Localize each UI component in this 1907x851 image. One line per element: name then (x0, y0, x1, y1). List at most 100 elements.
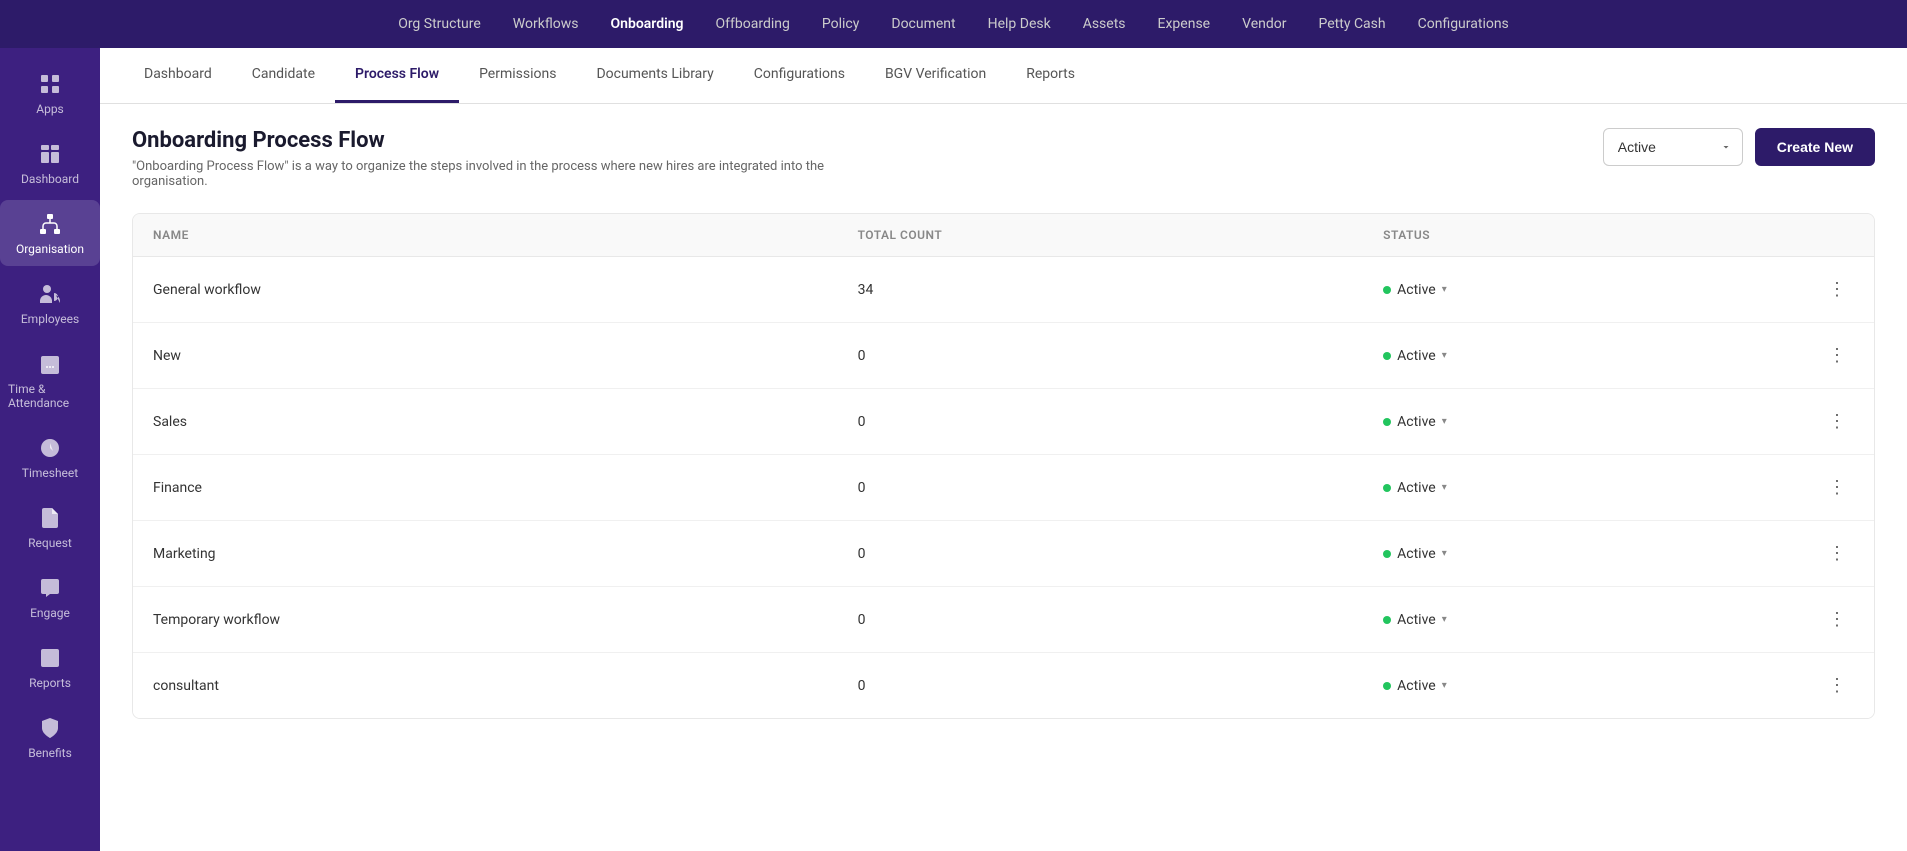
more-options-button-0[interactable]: ⋮ (1820, 275, 1854, 304)
sub-nav-item-reports[interactable]: Reports (1006, 48, 1095, 103)
top-nav-item-expense[interactable]: Expense (1158, 16, 1211, 32)
row-name-3: Finance (133, 455, 838, 521)
status-chevron-icon-1: ▾ (1442, 350, 1447, 361)
status-chevron-icon-0: ▾ (1442, 284, 1447, 295)
status-chevron-icon-4: ▾ (1442, 548, 1447, 559)
top-nav-item-document[interactable]: Document (891, 16, 955, 32)
status-dot-2 (1383, 418, 1391, 426)
more-options-button-4[interactable]: ⋮ (1820, 539, 1854, 568)
status-badge-5[interactable]: Active▾ (1383, 612, 1447, 628)
top-nav-item-configurations[interactable]: Configurations (1418, 16, 1509, 32)
row-actions-3: ⋮ (1800, 455, 1874, 521)
table-row: Finance0 Active▾ ⋮ (133, 455, 1874, 521)
table-row: New0Active▾⋮ (133, 323, 1874, 389)
sidebar-item-apps[interactable]: Apps (0, 60, 100, 126)
row-status-4: Active▾ (1363, 521, 1800, 587)
top-nav-item-onboarding[interactable]: Onboarding (611, 16, 684, 32)
row-count-5: 0 (838, 587, 1364, 653)
sub-nav-item-dashboard[interactable]: Dashboard (124, 48, 232, 103)
top-nav-item-assets[interactable]: Assets (1083, 16, 1126, 32)
row-status-0: Active ▾ (1363, 257, 1800, 323)
status-chevron-icon-3: ▾ (1442, 482, 1447, 493)
row-status-1: Active▾ (1363, 323, 1800, 389)
sidebar-item-engage[interactable]: Engage (0, 564, 100, 630)
main-content: DashboardCandidateProcess FlowPermission… (100, 48, 1907, 851)
sub-nav-item-bgv-verification[interactable]: BGV Verification (865, 48, 1006, 103)
engage-icon (36, 574, 64, 602)
sidebar-item-label-employees: Employees (21, 312, 79, 326)
sidebar-item-timesheet[interactable]: Timesheet (0, 424, 100, 490)
sub-nav-item-candidate[interactable]: Candidate (232, 48, 335, 103)
col-header-name: NAME (133, 214, 838, 257)
row-name-5: Temporary workflow (133, 587, 838, 653)
sidebar-item-request[interactable]: Request (0, 494, 100, 560)
sidebar-item-label-engage: Engage (30, 606, 70, 620)
status-badge-4[interactable]: Active▾ (1383, 546, 1447, 562)
sub-nav-item-configurations[interactable]: Configurations (734, 48, 865, 103)
workflow-table: NAMETOTAL COUNTSTATUS General workflow34… (133, 214, 1874, 718)
sub-navigation: DashboardCandidateProcess FlowPermission… (100, 48, 1907, 104)
row-actions-4: ⋮ (1800, 521, 1874, 587)
top-nav-item-help-desk[interactable]: Help Desk (988, 16, 1051, 32)
sidebar-item-time-attendance[interactable]: Time & Attendance (0, 340, 100, 420)
top-nav-item-workflows[interactable]: Workflows (513, 16, 579, 32)
sidebar-item-reports[interactable]: Reports (0, 634, 100, 700)
sidebar-item-label-benefits: Benefits (28, 746, 72, 760)
status-filter-select[interactable]: ActiveInactiveAll (1603, 128, 1743, 166)
status-dot-1 (1383, 352, 1391, 360)
top-nav-item-org-structure[interactable]: Org Structure (398, 16, 481, 32)
sidebar-item-label-reports: Reports (29, 676, 71, 690)
status-badge-0[interactable]: Active ▾ (1383, 282, 1447, 298)
sidebar-item-benefits[interactable]: Benefits (0, 704, 100, 770)
status-dot-6 (1383, 682, 1391, 690)
top-nav-item-petty-cash[interactable]: Petty Cash (1319, 16, 1386, 32)
status-badge-3[interactable]: Active▾ (1383, 480, 1447, 496)
table-row: Temporary workflow0 Active▾ ⋮ (133, 587, 1874, 653)
page-header-right: ActiveInactiveAll Create New (1603, 128, 1875, 166)
row-name-4: Marketing (133, 521, 838, 587)
table-header-row: NAMETOTAL COUNTSTATUS (133, 214, 1874, 257)
sidebar-item-dashboard[interactable]: Dashboard (0, 130, 100, 196)
top-nav-item-policy[interactable]: Policy (822, 16, 860, 32)
page-header: Onboarding Process Flow "Onboarding Proc… (132, 128, 1875, 189)
status-chevron-icon-5: ▾ (1442, 614, 1447, 625)
sub-nav-item-documents-library[interactable]: Documents Library (576, 48, 733, 103)
timesheet-icon (36, 434, 64, 462)
create-new-button[interactable]: Create New (1755, 128, 1875, 166)
sidebar-item-label-organisation: Organisation (16, 242, 84, 256)
time-attendance-icon (36, 350, 64, 378)
status-badge-2[interactable]: Active▾ (1383, 414, 1447, 430)
apps-icon (36, 70, 64, 98)
sidebar-item-label-timesheet: Timesheet (22, 466, 78, 480)
dashboard-icon (36, 140, 64, 168)
more-options-button-5[interactable]: ⋮ (1820, 605, 1854, 634)
status-chevron-icon-6: ▾ (1442, 680, 1447, 691)
top-nav-item-offboarding[interactable]: Offboarding (716, 16, 790, 32)
row-count-3: 0 (838, 455, 1364, 521)
status-text-2: Active (1397, 414, 1436, 430)
status-dot-3 (1383, 484, 1391, 492)
sidebar-item-label-dashboard: Dashboard (21, 172, 79, 186)
sub-nav-item-process-flow[interactable]: Process Flow (335, 48, 459, 103)
reports-icon (36, 644, 64, 672)
sidebar-item-organisation[interactable]: Organisation (0, 200, 100, 266)
top-nav-item-vendor[interactable]: Vendor (1242, 16, 1286, 32)
status-dot-5 (1383, 616, 1391, 624)
row-name-6: consultant (133, 653, 838, 719)
sidebar-item-employees[interactable]: Employees (0, 270, 100, 336)
more-options-button-2[interactable]: ⋮ (1820, 407, 1854, 436)
status-badge-6[interactable]: Active▾ (1383, 678, 1447, 694)
row-count-1: 0 (838, 323, 1364, 389)
more-options-button-6[interactable]: ⋮ (1820, 671, 1854, 700)
more-options-button-3[interactable]: ⋮ (1820, 473, 1854, 502)
status-badge-1[interactable]: Active▾ (1383, 348, 1447, 364)
status-text-0: Active (1397, 282, 1436, 298)
employees-icon (36, 280, 64, 308)
sub-nav-item-permissions[interactable]: Permissions (459, 48, 576, 103)
sidebar: Apps Dashboard Organisation Employees Time &… (0, 48, 100, 851)
sidebar-item-label-request: Request (28, 536, 72, 550)
more-options-button-1[interactable]: ⋮ (1820, 341, 1854, 370)
row-status-2: Active▾ (1363, 389, 1800, 455)
row-status-6: Active▾ (1363, 653, 1800, 719)
row-name-2: Sales (133, 389, 838, 455)
